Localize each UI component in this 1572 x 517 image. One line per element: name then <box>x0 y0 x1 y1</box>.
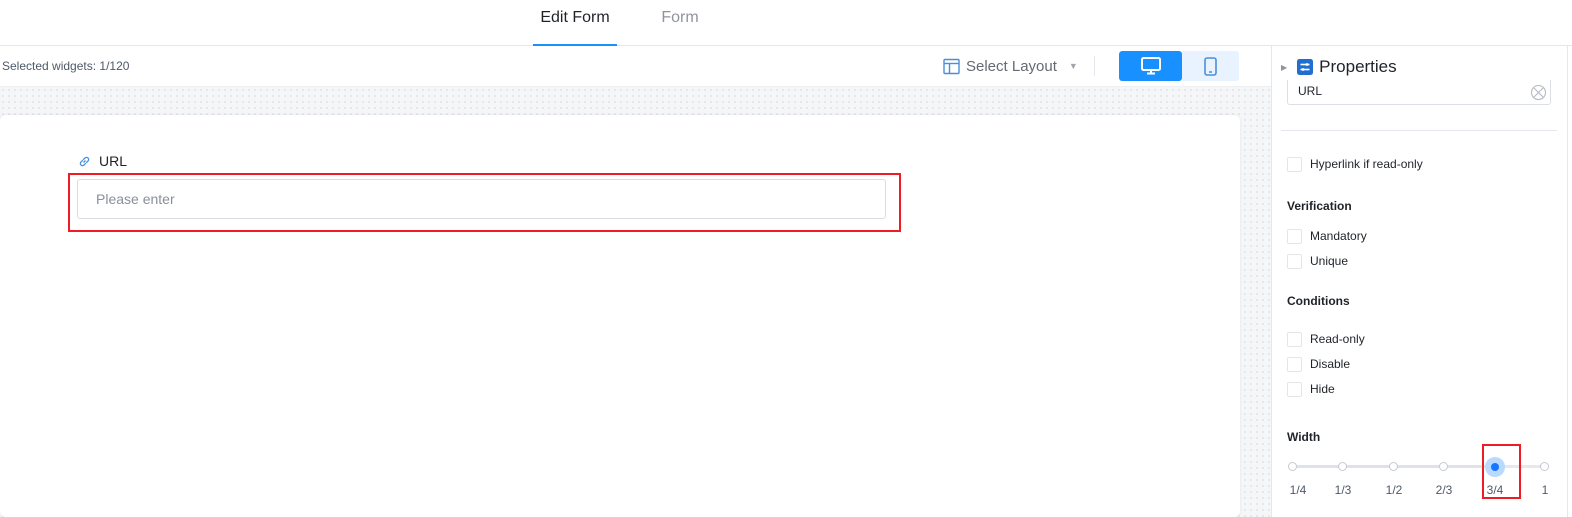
form-editor: Edit Form Form Selected widgets: 1/120 S… <box>0 0 1572 517</box>
width-slider-stop[interactable] <box>1389 462 1398 471</box>
clear-icon[interactable] <box>1530 84 1547 101</box>
top-tab-bar: Edit Form Form <box>0 0 1572 47</box>
link-icon <box>79 156 90 166</box>
unique-label: Unique <box>1310 254 1349 268</box>
disable-checkbox[interactable]: Disable <box>1287 356 1350 372</box>
width-slider-stop[interactable] <box>1540 462 1549 471</box>
mandatory-label: Mandatory <box>1310 229 1367 243</box>
field-name-value: URL <box>1298 84 1323 98</box>
layout-icon <box>943 58 960 74</box>
checkbox-box <box>1287 381 1302 397</box>
readonly-label: Read-only <box>1310 332 1365 346</box>
checkbox-box <box>1287 253 1302 269</box>
width-slider-stop[interactable] <box>1338 462 1347 471</box>
mobile-view-button[interactable] <box>1182 51 1239 81</box>
properties-header[interactable]: ▶ Properties <box>1281 56 1397 78</box>
width-option-label[interactable]: 1/3 <box>1328 483 1358 497</box>
checkbox-box <box>1287 356 1302 372</box>
width-option-label[interactable]: 1/2 <box>1379 483 1409 497</box>
width-option-label[interactable]: 1/4 <box>1283 483 1313 497</box>
tab-form[interactable]: Form <box>648 0 712 46</box>
verification-title: Verification <box>1287 199 1352 213</box>
checkbox-box <box>1287 331 1302 347</box>
mandatory-checkbox[interactable]: Mandatory <box>1287 228 1367 244</box>
desktop-view-button[interactable] <box>1119 51 1182 81</box>
hide-checkbox[interactable]: Hide <box>1287 381 1335 397</box>
width-title: Width <box>1287 430 1321 444</box>
width-option-label[interactable]: 1 <box>1530 483 1560 497</box>
conditions-title: Conditions <box>1287 294 1350 308</box>
editor-toolbar: Selected widgets: 1/120 Select Layout ▼ <box>0 46 1271 87</box>
device-switcher <box>1119 51 1239 81</box>
selected-widgets-count: Selected widgets: 1/120 <box>2 59 130 73</box>
unique-checkbox[interactable]: Unique <box>1287 253 1348 269</box>
select-layout-dropdown[interactable]: Select Layout ▼ <box>943 55 1078 77</box>
mobile-icon <box>1204 56 1217 76</box>
hyperlink-readonly-checkbox[interactable]: Hyperlink if read-only <box>1287 156 1423 172</box>
checkbox-box <box>1287 228 1302 244</box>
width-option-highlight <box>1482 444 1521 499</box>
checkbox-box <box>1287 156 1302 172</box>
desktop-icon <box>1140 57 1161 75</box>
field-name-input[interactable] <box>1287 80 1551 105</box>
properties-panel <box>1271 46 1572 517</box>
width-slider-stop[interactable] <box>1439 462 1448 471</box>
readonly-checkbox[interactable]: Read-only <box>1287 331 1365 347</box>
tab-edit-form[interactable]: Edit Form <box>533 0 617 47</box>
expand-triangle-icon: ▶ <box>1281 62 1288 72</box>
width-slider-stop[interactable] <box>1288 462 1297 471</box>
toolbar-divider <box>1094 56 1095 76</box>
tab-edit-form-label: Edit Form <box>540 9 610 26</box>
disable-label: Disable <box>1310 357 1351 371</box>
select-layout-label: Select Layout <box>966 57 1057 75</box>
caret-down-icon: ▼ <box>1068 61 1078 71</box>
hyperlink-readonly-label: Hyperlink if read-only <box>1310 157 1423 171</box>
properties-icon <box>1297 59 1314 75</box>
url-field-label-text: URL <box>99 153 128 169</box>
panel-divider <box>1281 130 1557 131</box>
properties-title: Properties <box>1319 57 1397 76</box>
width-option-label[interactable]: 2/3 <box>1429 483 1459 497</box>
hide-label: Hide <box>1310 382 1335 396</box>
panel-scrollbar[interactable] <box>1567 46 1572 517</box>
url-field-label: URL <box>78 152 127 170</box>
url-input[interactable] <box>77 179 886 219</box>
tab-form-label: Form <box>661 9 699 26</box>
